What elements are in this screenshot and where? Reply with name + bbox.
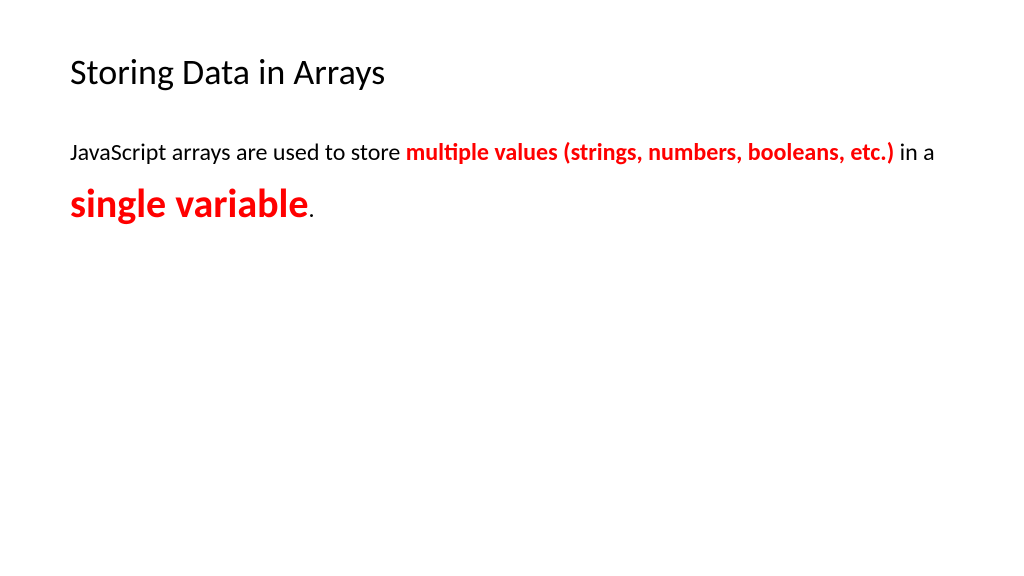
body-highlight-single-variable: single variable	[70, 179, 309, 228]
body-text-part2: in a	[900, 138, 935, 167]
body-text-part3: .	[309, 195, 315, 224]
slide-title: Storing Data in Arrays	[70, 50, 954, 94]
body-highlight-values: multiple values (strings, numbers, boole…	[406, 138, 900, 167]
body-text-part1: JavaScript arrays are used to store	[70, 138, 406, 167]
slide-body: JavaScript arrays are used to store mult…	[70, 134, 954, 236]
